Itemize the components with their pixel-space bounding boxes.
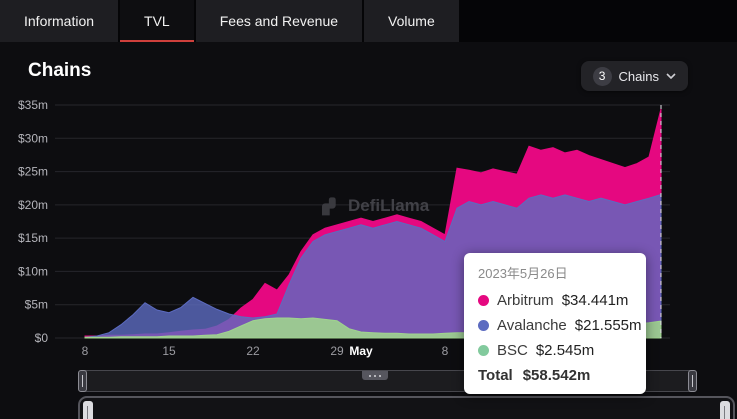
tooltip-row-bsc: BSC $2.545m (478, 338, 632, 363)
arbitrum-series-dot (478, 295, 489, 306)
tooltip-total-label: Total (478, 367, 513, 384)
chains-button-label: Chains (619, 69, 659, 84)
tooltip-row-arbitrum: Arbitrum $34.441m (478, 288, 632, 313)
tooltip-series-value: $21.555m (575, 317, 642, 334)
tooltip-date: 2023年5月26日 (478, 263, 632, 282)
tab-bar: Information TVL Fees and Revenue Volume (0, 0, 737, 42)
tooltip-series-name: Arbitrum (497, 292, 554, 309)
y-axis-label: $20m (18, 198, 48, 212)
tooltip-total-value: $58.542m (523, 367, 591, 384)
page-title: Chains (28, 60, 91, 82)
x-axis-label: 15 (162, 344, 176, 358)
y-axis-label: $15m (18, 231, 48, 245)
x-axis-label: 8 (82, 344, 89, 358)
tooltip-series-name: Avalanche (497, 317, 567, 334)
y-axis-label: $35m (18, 98, 48, 112)
watermark-text: DefiLlama (348, 196, 429, 216)
tooltip-series-name: BSC (497, 342, 528, 359)
tooltip-total-row: Total $58.542m (478, 367, 632, 384)
avalanche-series-dot (478, 320, 489, 331)
brush-drag-grip[interactable] (362, 371, 388, 380)
page: Information TVL Fees and Revenue Volume … (0, 0, 737, 419)
zoom-range-slider[interactable] (78, 396, 735, 419)
y-axis-label: $0 (35, 331, 49, 345)
zoom-left-handle[interactable] (83, 401, 93, 419)
x-axis-label: 22 (246, 344, 260, 358)
tab-volume[interactable]: Volume (364, 0, 459, 42)
chains-count-badge: 3 (593, 67, 612, 86)
y-axis-label: $10m (18, 264, 48, 278)
defillama-logo-icon (316, 194, 340, 218)
tooltip-series-value: $2.545m (536, 342, 594, 359)
chains-filter-button[interactable]: 3 Chains (581, 61, 688, 91)
x-axis-label: 29 (330, 344, 344, 358)
x-axis-label: 8 (442, 344, 449, 358)
y-axis-label: $5m (25, 298, 48, 312)
y-axis-label: $25m (18, 165, 48, 179)
chart-tooltip: 2023年5月26日 Arbitrum $34.441m Avalanche $… (464, 253, 646, 394)
chevron-down-icon (666, 73, 676, 79)
brush-left-handle[interactable] (78, 370, 87, 392)
tab-information[interactable]: Information (0, 0, 118, 42)
brush-right-handle[interactable] (688, 370, 697, 392)
tooltip-row-avalanche: Avalanche $21.555m (478, 313, 632, 338)
x-axis-label: May (349, 344, 373, 358)
y-axis-label: $30m (18, 131, 48, 145)
bsc-series-dot (478, 345, 489, 356)
tab-tvl[interactable]: TVL (120, 0, 194, 42)
zoom-right-handle[interactable] (720, 401, 730, 419)
tab-fees-and-revenue[interactable]: Fees and Revenue (196, 0, 362, 42)
watermark: DefiLlama (316, 194, 429, 218)
tooltip-series-value: $34.441m (562, 292, 629, 309)
